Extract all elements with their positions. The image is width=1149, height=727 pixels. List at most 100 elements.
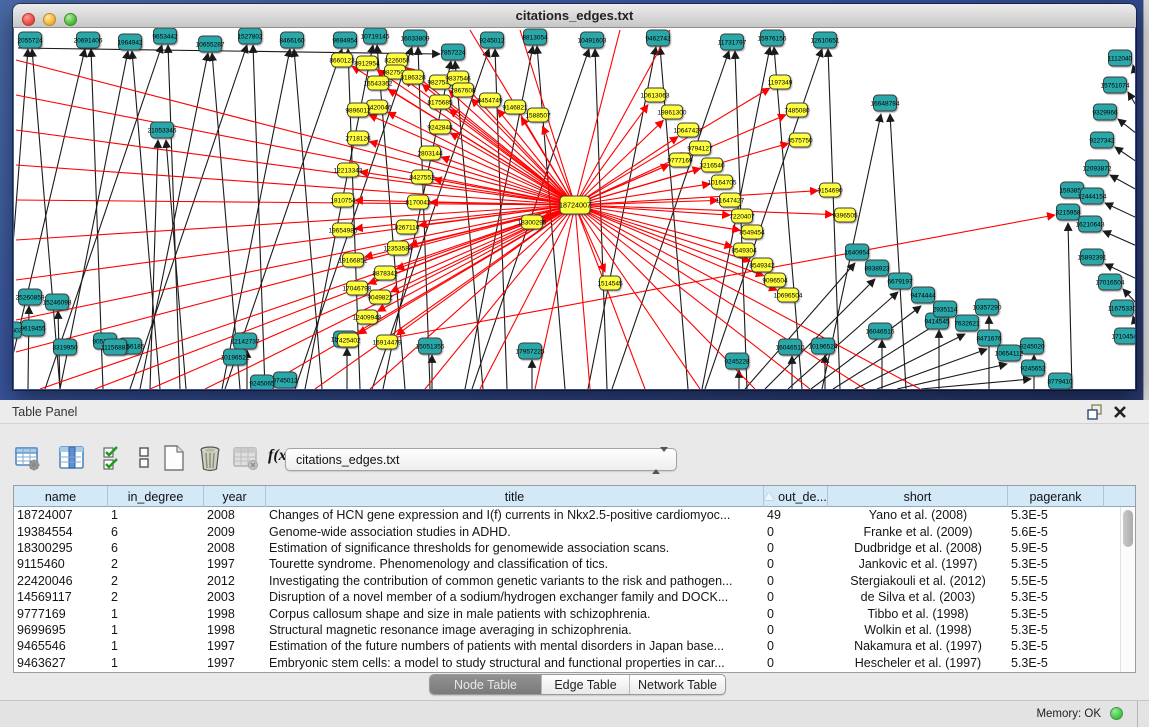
table-row[interactable]: 1830029562008Estimation of significance … <box>14 540 1120 556</box>
network-node[interactable]: 1964942 <box>117 34 143 50</box>
network-node[interactable]: 18724007 <box>559 196 591 214</box>
table-row[interactable]: 946362711997Embryonic stem cells: a mode… <box>14 655 1120 671</box>
table-row[interactable]: 1938455462009Genome-wide association stu… <box>14 523 1120 539</box>
column-header-in_degree[interactable]: in_degree <box>108 486 204 507</box>
network-node[interactable]: 8454749 <box>477 93 503 107</box>
network-node[interactable]: 9242848 <box>427 120 453 134</box>
table-cell[interactable]: 1 <box>108 607 204 621</box>
table-cell[interactable]: 2009 <box>204 525 266 539</box>
network-node[interactable]: 10357290 <box>973 299 1002 315</box>
network-node[interactable]: 1527802 <box>237 28 263 44</box>
table-cell[interactable]: 5.3E-5 <box>1008 508 1104 522</box>
network-node[interactable]: 16046516 <box>866 323 895 339</box>
network-node[interactable]: 9745012 <box>272 372 298 388</box>
network-node[interactable]: 16033809 <box>401 30 430 46</box>
table-cell[interactable]: 0 <box>764 557 828 571</box>
table-row[interactable]: 969969511998Structural magnetic resonanc… <box>14 622 1120 638</box>
table-cell[interactable]: Estimation of significance thresholds fo… <box>266 541 764 555</box>
table-cell[interactable]: 0 <box>764 607 828 621</box>
column-header-title[interactable]: title <box>266 486 764 507</box>
network-node[interactable]: 15751074 <box>1101 77 1130 93</box>
table-cell[interactable]: Investigating the contribution of common… <box>266 574 764 588</box>
network-node[interactable]: 16914479 <box>373 335 402 349</box>
table-cell[interactable]: Tibbo et al. (1998) <box>828 607 1008 621</box>
network-node[interactable]: 3319950 <box>52 339 78 355</box>
network-node[interactable]: 7425402 <box>335 333 361 347</box>
network-node[interactable]: 10696504 <box>774 288 803 302</box>
network-node[interactable]: 2803144 <box>417 146 443 160</box>
close-panel-icon[interactable] <box>1112 404 1128 420</box>
network-node[interactable]: 7857224 <box>440 44 466 60</box>
table-cell[interactable]: Corpus callosum shape and size in male p… <box>266 607 764 621</box>
network-node[interactable]: 9245228 <box>724 353 750 369</box>
network-node[interactable]: 8878342 <box>372 266 398 280</box>
network-node[interactable]: 7632621 <box>954 315 980 331</box>
table-cell[interactable]: 9465546 <box>14 639 108 653</box>
memory-status-indicator[interactable] <box>1110 707 1123 720</box>
table-cell[interactable]: Dudbridge et al. (2008) <box>828 541 1008 555</box>
network-node[interactable]: 1197349 <box>768 75 793 89</box>
table-cell[interactable]: 9699695 <box>14 623 108 637</box>
network-node[interactable]: 9462742 <box>645 30 671 46</box>
network-node[interactable]: 7485080 <box>784 103 810 117</box>
network-node[interactable]: 10647427 <box>674 123 703 137</box>
table-cell[interactable]: 9777169 <box>14 607 108 621</box>
table-cell[interactable]: 5.3E-5 <box>1008 590 1104 604</box>
table-cell[interactable]: 2012 <box>204 574 266 588</box>
float-panel-icon[interactable] <box>1086 404 1104 420</box>
network-node[interactable]: 12610651 <box>811 32 840 48</box>
table-cell[interactable]: 1 <box>108 623 204 637</box>
network-node[interactable]: 8549454 <box>739 225 765 239</box>
network-node[interactable]: 9245012 <box>479 32 505 48</box>
network-node[interactable]: 8813054 <box>522 29 548 45</box>
network-node[interactable]: 9245652 <box>1020 360 1046 376</box>
table-cell[interactable]: 5.3E-5 <box>1008 557 1104 571</box>
table-cell[interactable]: 2003 <box>204 590 266 604</box>
network-node[interactable]: 11647427 <box>716 193 745 207</box>
network-node[interactable]: 8267110 <box>395 220 420 234</box>
show-columns-icon[interactable] <box>58 444 86 472</box>
table-cell[interactable]: 1 <box>108 639 204 653</box>
network-node[interactable]: 12142737 <box>231 333 260 349</box>
table-cell[interactable]: 9115460 <box>14 557 108 571</box>
network-node[interactable]: 2055724 <box>17 32 43 48</box>
network-node[interactable]: 11731797 <box>718 34 747 50</box>
tab-node-table[interactable]: Node Table <box>430 675 542 694</box>
network-node[interactable]: 11675330 <box>1108 300 1135 316</box>
table-cell[interactable]: 14569117 <box>14 590 108 604</box>
column-header-out_de[interactable]: out_de... <box>764 486 828 507</box>
network-node[interactable]: 3215958 <box>1055 204 1081 220</box>
network-node[interactable]: 1588507 <box>525 108 551 122</box>
network-node[interactable]: 9896012 <box>345 103 371 117</box>
window-titlebar[interactable]: citations_edges.txt <box>13 4 1136 28</box>
network-node[interactable]: 9619455 <box>20 320 46 336</box>
network-node[interactable]: 9777169 <box>667 153 693 167</box>
network-node[interactable]: 1810754 <box>330 193 356 207</box>
column-header-name[interactable]: name <box>14 486 108 507</box>
scrollbar-thumb[interactable] <box>1123 510 1133 547</box>
column-header-pagerank[interactable]: pagerank <box>1008 486 1104 507</box>
network-node[interactable]: 3216540 <box>699 158 725 172</box>
network-node[interactable]: 10164705 <box>708 175 737 189</box>
network-node[interactable]: 12213343 <box>334 163 363 177</box>
delete-icon[interactable] <box>196 444 224 472</box>
table-row[interactable]: 1456911722003Disruption of a novel membe… <box>14 589 1120 605</box>
network-node[interactable]: 15051355 <box>416 338 445 354</box>
network-node[interactable]: 1112040 <box>1108 50 1133 66</box>
table-cell[interactable]: 22420046 <box>14 574 108 588</box>
table-cell[interactable]: 6 <box>108 541 204 555</box>
table-cell[interactable]: Tourette syndrome. Phenomenology and cla… <box>266 557 764 571</box>
network-node[interactable]: 25260859 <box>16 289 45 305</box>
network-node[interactable]: 8575750 <box>787 133 813 147</box>
table-cell[interactable]: 2008 <box>204 541 266 555</box>
table-cell[interactable]: 0 <box>764 639 828 653</box>
table-cell[interactable]: 5.6E-5 <box>1008 525 1104 539</box>
table-cell[interactable]: 1997 <box>204 639 266 653</box>
network-node[interactable]: 8427552 <box>409 170 435 184</box>
network-node[interactable]: 2867608 <box>450 83 476 97</box>
network-node[interactable]: 1514545 <box>597 276 623 290</box>
network-node[interactable]: 10196522 <box>221 349 250 365</box>
table-cell[interactable]: 0 <box>764 656 828 670</box>
table-cell[interactable]: 5.3E-5 <box>1008 607 1104 621</box>
network-node[interactable]: 9329966 <box>1092 104 1118 120</box>
